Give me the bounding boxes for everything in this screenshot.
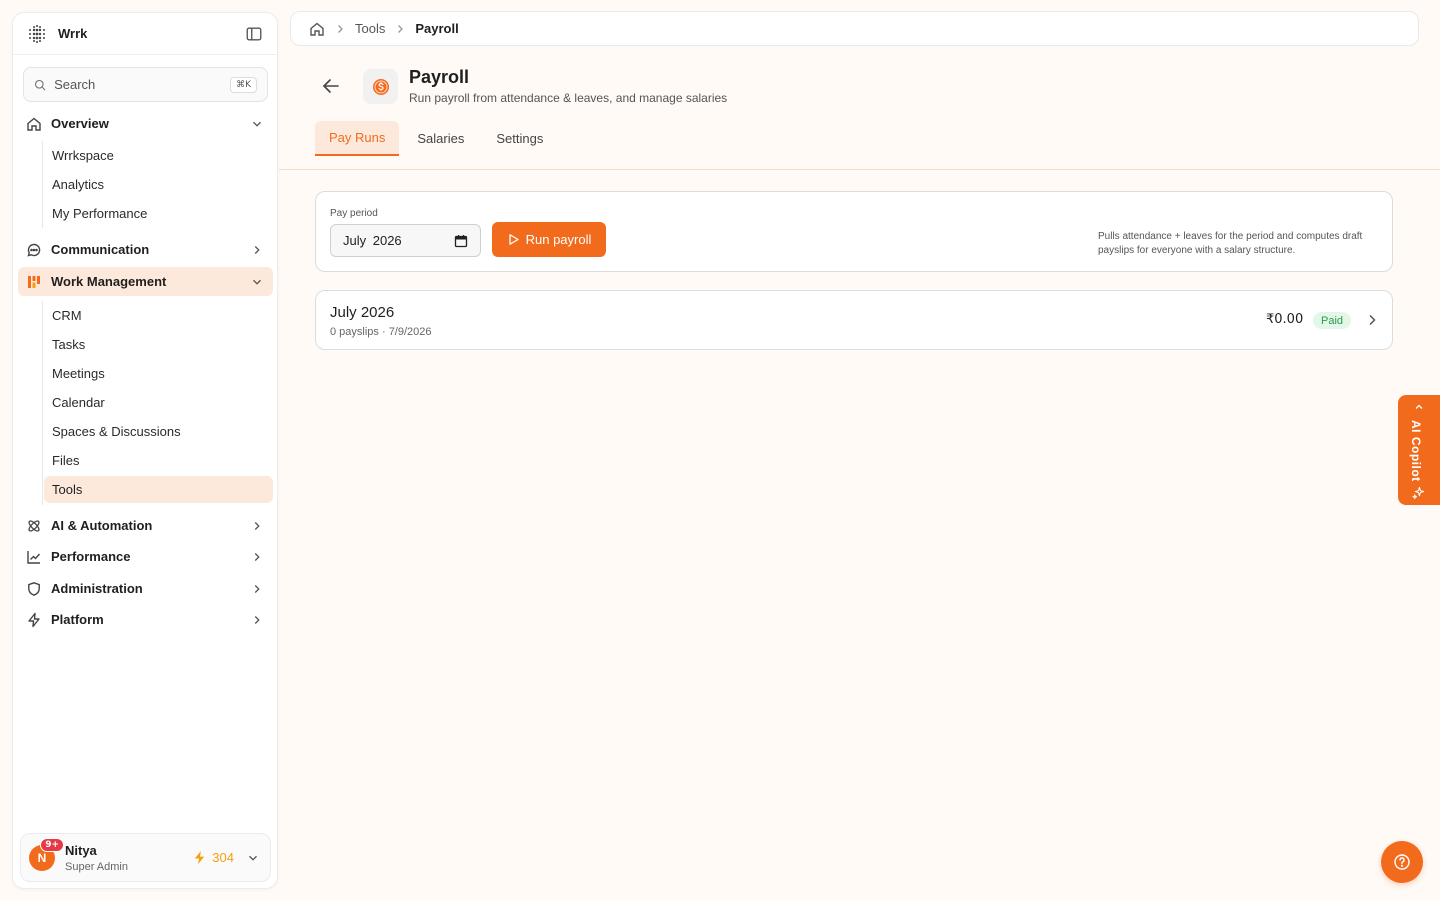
logo-icon [29,24,45,43]
search-shortcut: ⌘K [230,76,257,93]
grid-icon [28,275,40,288]
nav-group-performance[interactable]: Performance [18,542,273,571]
avatar-initial: N [37,850,47,865]
page-subtitle: Run payroll from attendance & leaves, an… [409,91,728,105]
tab-settings[interactable]: Settings [482,121,557,156]
tab-bar: Pay Runs Salaries Settings [315,121,561,156]
sidebar-item-spaces-discussions[interactable]: Spaces & Discussions [44,418,273,445]
sidebar-item-calendar[interactable]: Calendar [44,389,273,416]
nav-group-label: Platform [51,612,104,627]
breadcrumb-tools[interactable]: Tools [355,21,385,36]
chevron-up-icon [1415,404,1423,409]
chevron-right-icon[interactable] [1364,312,1380,328]
chevron-right-icon [254,615,260,624]
sidebar-item-meetings[interactable]: Meetings [44,360,273,387]
sidebar-item-tools[interactable]: Tools [44,476,273,503]
sidebar-item-my-performance[interactable]: My Performance [44,200,273,227]
sidebar-header: Wrrk [13,13,277,55]
chat-icon [27,243,41,256]
pay-period-label: Pay period [330,208,378,219]
ai-copilot-tab[interactable]: AI Copilot [1398,395,1440,505]
nav-group-label: Administration [51,581,143,596]
back-arrow-icon[interactable] [320,75,342,97]
status-badge: Paid [1313,312,1352,329]
pay-run-row[interactable]: July 2026 0 payslips · 7/9/2026 ₹0.00 Pa… [315,290,1393,350]
sparkle-icon [1412,486,1425,499]
chevron-right-icon [254,584,260,593]
points-counter: 304 [192,850,234,865]
chevron-right-icon [338,24,343,33]
play-icon [508,234,519,245]
nav-group-work-management[interactable]: Work Management [18,267,273,296]
run-payroll-button[interactable]: Run payroll [492,222,606,257]
breadcrumb: Tools Payroll [290,11,1419,46]
nav-group-label: Overview [51,116,109,131]
brand-name: Wrrk [58,26,88,41]
nav-group-label: AI & Automation [51,518,153,533]
tab-salaries[interactable]: Salaries [403,121,478,156]
search-input[interactable] [54,77,231,92]
notification-badge: 9+ [40,837,64,852]
help-icon [1394,854,1410,870]
nav-group-overview[interactable]: Overview [18,109,273,138]
sidebar-item-crm[interactable]: CRM [44,302,273,329]
shield-icon [28,581,40,596]
points-value: 304 [212,850,234,865]
search-icon [34,79,46,90]
pay-run-meta: 0 payslips · 7/9/2026 [330,326,432,338]
chevron-down-icon [253,279,261,285]
ai-copilot-label: AI Copilot [1409,420,1423,482]
chevron-right-icon [254,552,260,561]
sidebar-item-wrrkspace[interactable]: Wrrkspace [44,142,273,169]
nav-group-label: Performance [51,549,131,564]
pay-period-card: Pay period July 2026 Run payroll Pulls a… [315,191,1393,272]
payroll-icon [363,69,398,104]
nav-group-label: Work Management [51,274,167,289]
chevron-right-icon [254,245,260,254]
page-title: Payroll [409,67,470,87]
chevron-down-icon[interactable] [246,851,260,865]
pay-run-title: July 2026 [330,304,395,321]
coin-icon [372,78,389,95]
sidebar-item-analytics[interactable]: Analytics [44,171,273,198]
pay-period-note: Pulls attendance + leaves for the period… [1098,231,1363,256]
user-profile[interactable]: N 9+ Nitya Super Admin 304 [20,833,271,882]
nav-group-communication[interactable]: Communication [18,235,273,264]
nav-group-administration[interactable]: Administration [18,574,273,603]
pay-period-value: July 2026 [343,233,402,248]
header-divider [279,169,1440,170]
home-icon [27,117,41,131]
home-icon[interactable] [309,21,325,37]
bolt-icon [28,612,40,627]
submenu-line [42,141,43,228]
submenu-line [42,301,43,505]
chevron-right-icon [398,24,404,33]
help-button[interactable] [1381,841,1423,883]
chevron-down-icon [253,121,261,127]
search-box[interactable]: ⌘K [23,67,268,102]
sidebar-toggle-icon[interactable] [245,25,263,43]
chart-line-icon [27,550,41,564]
chevron-right-icon [254,521,260,530]
sidebar-item-tasks[interactable]: Tasks [44,331,273,358]
breadcrumb-payroll: Payroll [415,21,459,36]
pay-period-input[interactable]: July 2026 [330,224,481,257]
tab-pay-runs[interactable]: Pay Runs [315,121,400,156]
sidebar: Wrrk ⌘K Overview Wrrkspace Analytics My … [12,12,278,889]
pay-run-amount: ₹0.00 [1266,312,1304,327]
nav-group-ai-automation[interactable]: AI & Automation [18,511,273,540]
user-role: Super Admin [65,860,128,873]
nav-group-label: Communication [51,242,150,257]
atom-icon [28,519,40,532]
sidebar-item-files[interactable]: Files [44,447,273,474]
avatar: N 9+ [29,837,64,871]
lightning-icon [195,850,205,865]
user-name: Nitya [65,842,97,858]
nav-group-platform[interactable]: Platform [18,605,273,634]
run-payroll-label: Run payroll [525,232,592,247]
calendar-icon[interactable] [454,234,468,248]
